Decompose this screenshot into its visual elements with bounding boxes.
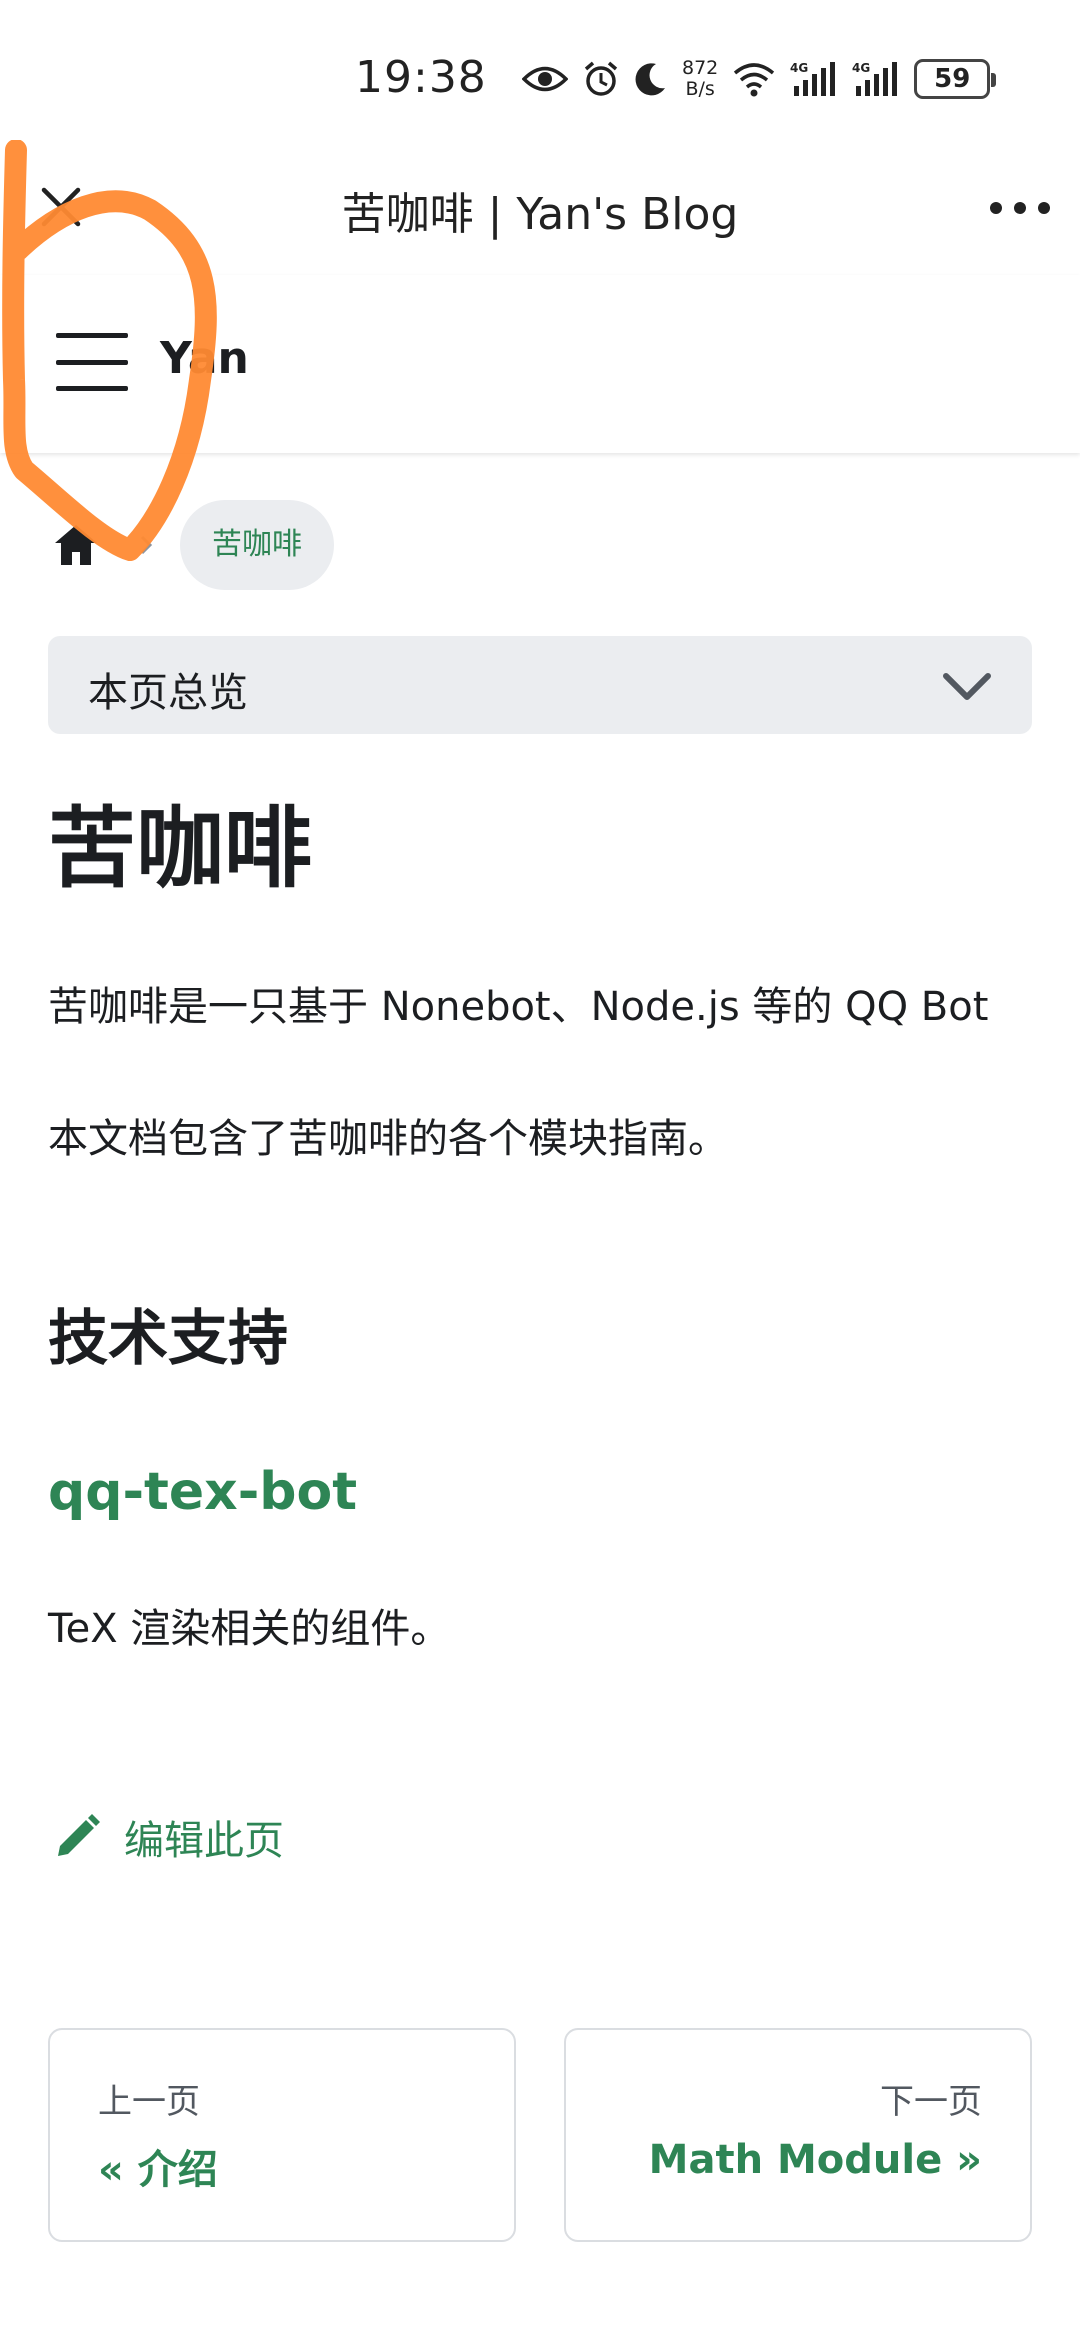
edit-page-label: 编辑此页: [124, 1818, 284, 1864]
menu-icon[interactable]: [56, 333, 128, 391]
moon-icon: [634, 61, 668, 97]
status-bar: 19:38 872 B/s 4G 4G 59: [0, 0, 1080, 150]
article-paragraph: 苦咖啡是一只基于 Nonebot、Node.js 等的 QQ Bot: [48, 984, 989, 1030]
battery-icon: 59: [914, 59, 997, 99]
webview-title-bar: 苦咖啡 | Yan's Blog: [0, 150, 1080, 275]
pagination-next-label: Math Module »: [648, 2137, 982, 2183]
chevron-right-icon: [134, 533, 158, 557]
net-speed-unit: B/s: [685, 78, 715, 100]
page-title: 苦咖啡 | Yan's Blog: [341, 189, 739, 240]
wifi-icon: [732, 61, 776, 97]
article-title: 苦咖啡: [48, 797, 313, 900]
site-brand[interactable]: Yan: [160, 333, 249, 384]
eye-icon: [522, 64, 568, 94]
svg-text:4G: 4G: [852, 61, 870, 75]
status-time: 19:38: [355, 52, 487, 103]
pagination-prev[interactable]: 上一页 « 介绍: [48, 2028, 516, 2242]
net-speed: 872 B/s: [682, 58, 718, 100]
subsection-heading[interactable]: qq-tex-bot: [48, 1462, 357, 1522]
section-heading: 技术支持: [48, 1304, 288, 1374]
breadcrumb: 苦咖啡: [48, 500, 334, 590]
chevron-down-icon: [942, 666, 992, 706]
toc-collapsible[interactable]: 本页总览: [48, 636, 1032, 734]
signal-4g-icon: 4G: [790, 60, 838, 98]
svg-text:4G: 4G: [790, 61, 808, 75]
pencil-icon: [52, 1812, 102, 1862]
battery-level: 59: [934, 64, 971, 94]
pagination-next-sublabel: 下一页: [880, 2082, 982, 2122]
edit-page-link[interactable]: 编辑此页: [52, 1808, 284, 1866]
site-navbar: Yan: [0, 275, 1080, 453]
article-paragraph: 本文档包含了苦咖啡的各个模块指南。: [48, 1116, 728, 1162]
pagination-prev-sublabel: 上一页: [98, 2082, 200, 2122]
alarm-icon: [582, 60, 620, 98]
more-options-icon[interactable]: [990, 198, 1050, 218]
article-paragraph: TeX 渲染相关的组件。: [48, 1606, 451, 1652]
toc-label: 本页总览: [88, 670, 248, 716]
net-speed-value: 872: [682, 57, 719, 79]
pagination-prev-label: « 介绍: [98, 2147, 218, 2193]
home-icon[interactable]: [48, 517, 104, 573]
signal-4g-icon: 4G: [852, 60, 900, 98]
pagination-next[interactable]: 下一页 Math Module »: [564, 2028, 1032, 2242]
status-icons: 872 B/s 4G 4G 59: [522, 54, 997, 104]
breadcrumb-current[interactable]: 苦咖啡: [180, 500, 334, 590]
